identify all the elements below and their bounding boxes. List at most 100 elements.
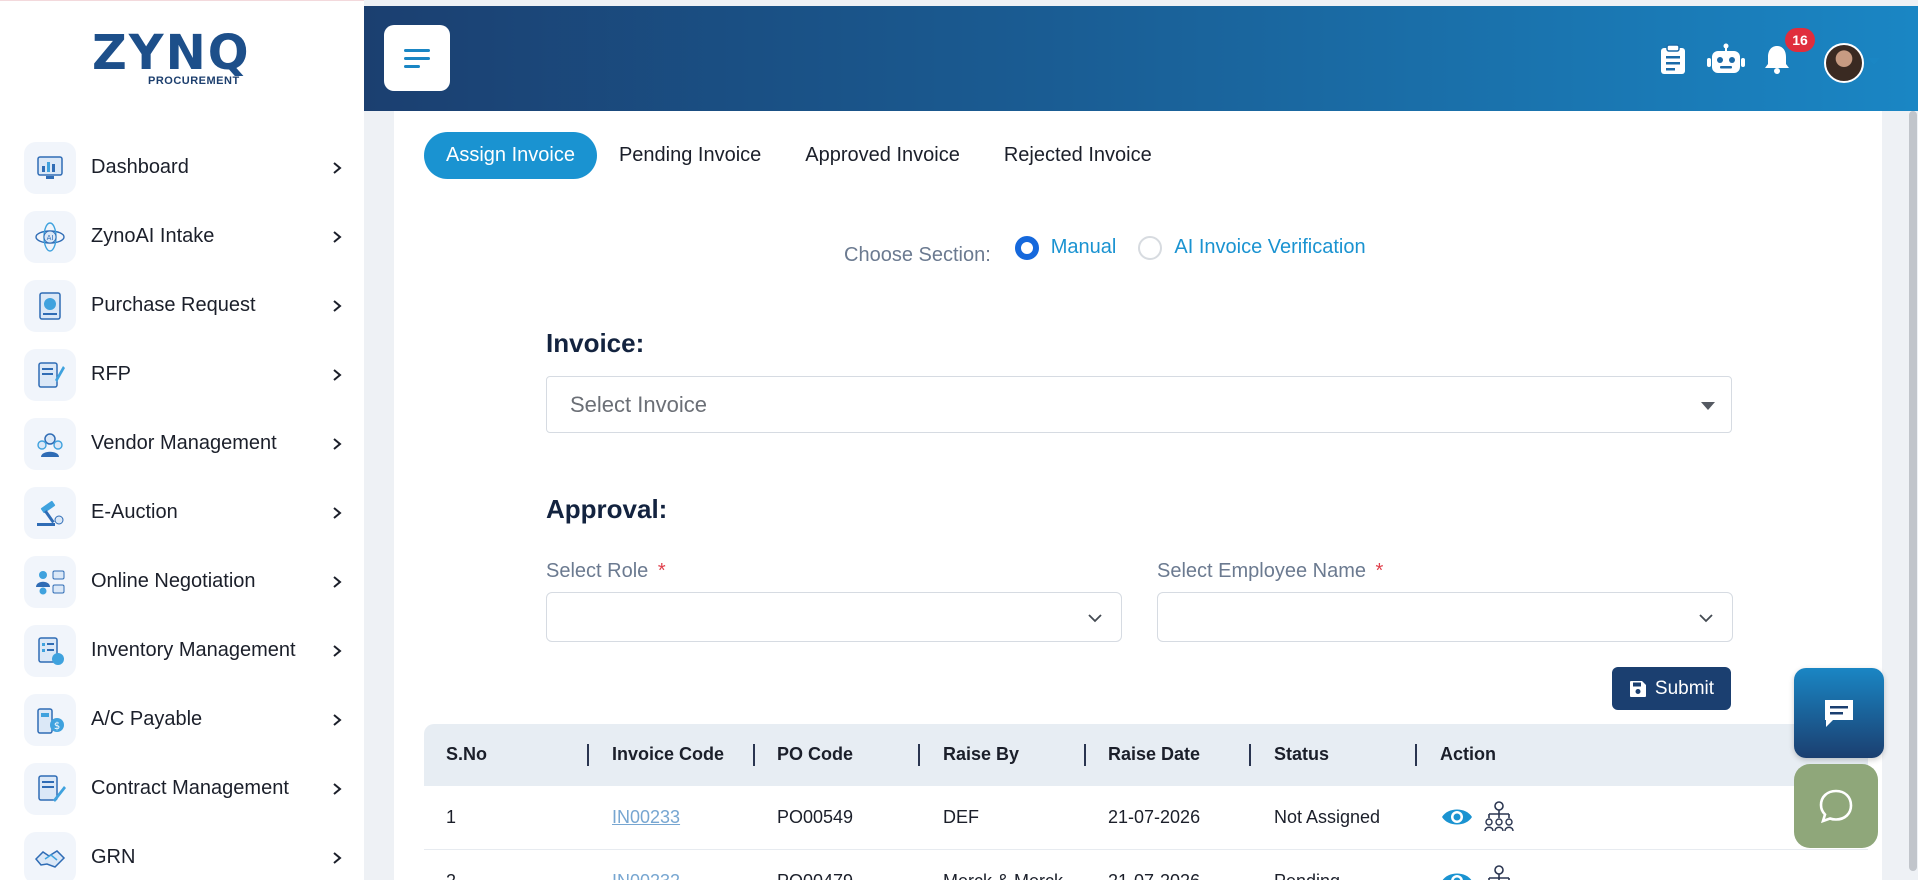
hierarchy-icon[interactable] [1484, 864, 1514, 880]
select-invoice-dropdown[interactable]: Select Invoice [546, 376, 1732, 433]
sidebar-item-label: Dashboard [91, 156, 189, 178]
chevron-down-icon [1088, 614, 1102, 623]
notification-badge: 16 [1785, 28, 1815, 52]
zynq-logo[interactable]: ZYNQ PROCUREMENT [92, 29, 252, 89]
invoice-tabs: Assign Invoice Pending Invoice Approved In… [424, 132, 1174, 179]
payable-icon: $ [24, 693, 76, 746]
radio-ai-verification[interactable] [1138, 235, 1163, 260]
radio-manual-label[interactable]: Manual [1051, 236, 1117, 259]
chevron-right-icon [333, 161, 342, 174]
rfp-icon [24, 348, 76, 401]
column-separator[interactable] [1249, 744, 1251, 766]
column-header-s-no: S.No [446, 744, 488, 764]
invoice-section-title: Invoice: [546, 328, 645, 358]
column-separator[interactable] [587, 744, 589, 766]
sidebar-item-grn[interactable]: GRN [0, 823, 364, 880]
chat-button[interactable] [1794, 668, 1884, 758]
sidebar-item-a-c-payable[interactable]: $ A/C Payable [0, 685, 364, 754]
cell-po-code: PO00549 [777, 807, 854, 827]
cell-status: Not Assigned [1274, 807, 1381, 827]
column-separator[interactable] [1084, 744, 1086, 766]
chevron-right-icon [333, 851, 342, 864]
sidebar-item-online-negotiation[interactable]: Online Negotiation [0, 547, 364, 616]
sidebar-item-label: Vendor Management [91, 432, 277, 454]
chevron-down-icon[interactable] [1868, 58, 1880, 65]
column-header-action: Action [1440, 744, 1496, 764]
clipboard-icon[interactable] [1656, 42, 1690, 76]
sidebar-item-label: Contract Management [91, 777, 289, 799]
chevron-right-icon [333, 782, 342, 795]
sidebar-item-e-auction[interactable]: E-Auction [0, 478, 364, 547]
logo-wordmark: ZYNQ [92, 25, 251, 81]
robot-icon[interactable] [1706, 42, 1746, 76]
support-chat-button[interactable] [1794, 764, 1878, 848]
radio-manual[interactable] [1014, 235, 1039, 260]
sidebar-item-rfp[interactable]: RFP [0, 340, 364, 409]
select-employee-label: Select Employee Name * [1157, 560, 1383, 583]
required-mark: * [1375, 560, 1384, 582]
sidebar-item-label: ZynoAI Intake [91, 225, 215, 247]
tab-approved-invoice[interactable]: Approved Invoice [783, 132, 982, 179]
table-row: 2 IN00232 PO00479 Merck & Merck 21-07-2026 Pe… [424, 850, 1868, 880]
tab-assign-invoice[interactable]: Assign Invoice [424, 132, 597, 179]
select-role-label: Select Role * [546, 560, 666, 583]
column-separator[interactable] [1415, 744, 1417, 766]
invoice-table: S.No Invoice Code PO Code Raise By Raise Dat… [424, 724, 1868, 880]
chevron-right-icon [333, 575, 342, 588]
sidebar: ZYNQ PROCUREMENT Dashboard AI ZynoAI Intak… [0, 0, 364, 880]
logo-subtitle: PROCUREMENT [148, 75, 240, 87]
sidebar-item-vendor-management[interactable]: Vendor Management [0, 409, 364, 478]
select-invoice-placeholder: Select Invoice [570, 392, 707, 417]
cell-sno: 2 [446, 871, 456, 880]
column-header-invoice-code: Invoice Code [612, 744, 725, 764]
sidebar-item-label: RFP [91, 363, 131, 385]
choose-section-label: Choose Section: [844, 244, 991, 266]
chevron-right-icon [333, 437, 342, 450]
caret-down-icon [1701, 402, 1715, 410]
view-eye-icon[interactable] [1440, 804, 1474, 830]
purchase-request-icon [24, 279, 76, 332]
cell-raise-date: 21-07-2026 [1108, 807, 1201, 827]
chevron-right-icon [333, 368, 342, 381]
ai-intake-icon: AI [24, 210, 76, 263]
sidebar-nav: Dashboard AI ZynoAI Intake Purchase Request… [0, 133, 364, 880]
table-row: 1 IN00233 PO00549 DEF 21-07-2026 Not Assigned [424, 786, 1868, 850]
cell-raise-date: 21-07-2026 [1108, 871, 1200, 880]
sidebar-item-label: Inventory Management [91, 639, 296, 661]
chat-message-icon [1825, 700, 1853, 727]
cell-invoice-code[interactable]: IN00232 [612, 871, 680, 880]
hierarchy-icon[interactable] [1484, 800, 1514, 832]
submit-button[interactable]: Submit [1612, 667, 1731, 710]
column-separator[interactable] [753, 744, 755, 766]
vendor-icon [24, 417, 76, 470]
chevron-right-icon [333, 644, 342, 657]
cell-invoice-code[interactable]: IN00233 [612, 807, 680, 828]
sidebar-item-contract-management[interactable]: Contract Management [0, 754, 364, 823]
save-icon [1629, 680, 1646, 697]
column-separator[interactable] [918, 744, 920, 766]
top-header: 16 [364, 6, 1918, 111]
sidebar-item-dashboard[interactable]: Dashboard [0, 133, 364, 202]
tab-pending-invoice[interactable]: Pending Invoice [597, 132, 783, 179]
scrollbar-thumb[interactable] [1909, 111, 1917, 871]
radio-ai-verification-label[interactable]: AI Invoice Verification [1174, 236, 1365, 259]
dashboard-icon [24, 141, 76, 194]
sidebar-item-purchase-request[interactable]: Purchase Request [0, 271, 364, 340]
chevron-down-icon [1699, 614, 1713, 623]
view-eye-icon[interactable] [1440, 868, 1474, 880]
select-employee-dropdown[interactable] [1157, 592, 1733, 642]
hamburger-menu-button[interactable] [384, 25, 450, 91]
menu-icon [404, 49, 430, 68]
column-header-status: Status [1274, 744, 1330, 764]
sidebar-item-label: A/C Payable [91, 708, 203, 730]
chevron-right-icon [333, 713, 342, 726]
tab-rejected-invoice[interactable]: Rejected Invoice [982, 132, 1174, 179]
contract-icon [24, 762, 76, 815]
chevron-right-icon [333, 299, 342, 312]
sidebar-item-zynoai-intake[interactable]: AI ZynoAI Intake [0, 202, 364, 271]
user-avatar[interactable] [1824, 43, 1864, 83]
sidebar-item-inventory-management[interactable]: Inventory Management [0, 616, 364, 685]
select-role-dropdown[interactable] [546, 592, 1122, 642]
cell-po-code: PO00479 [777, 871, 853, 880]
choose-section: Choose Section: Manual AI Invoice Verifi… [844, 228, 1366, 267]
